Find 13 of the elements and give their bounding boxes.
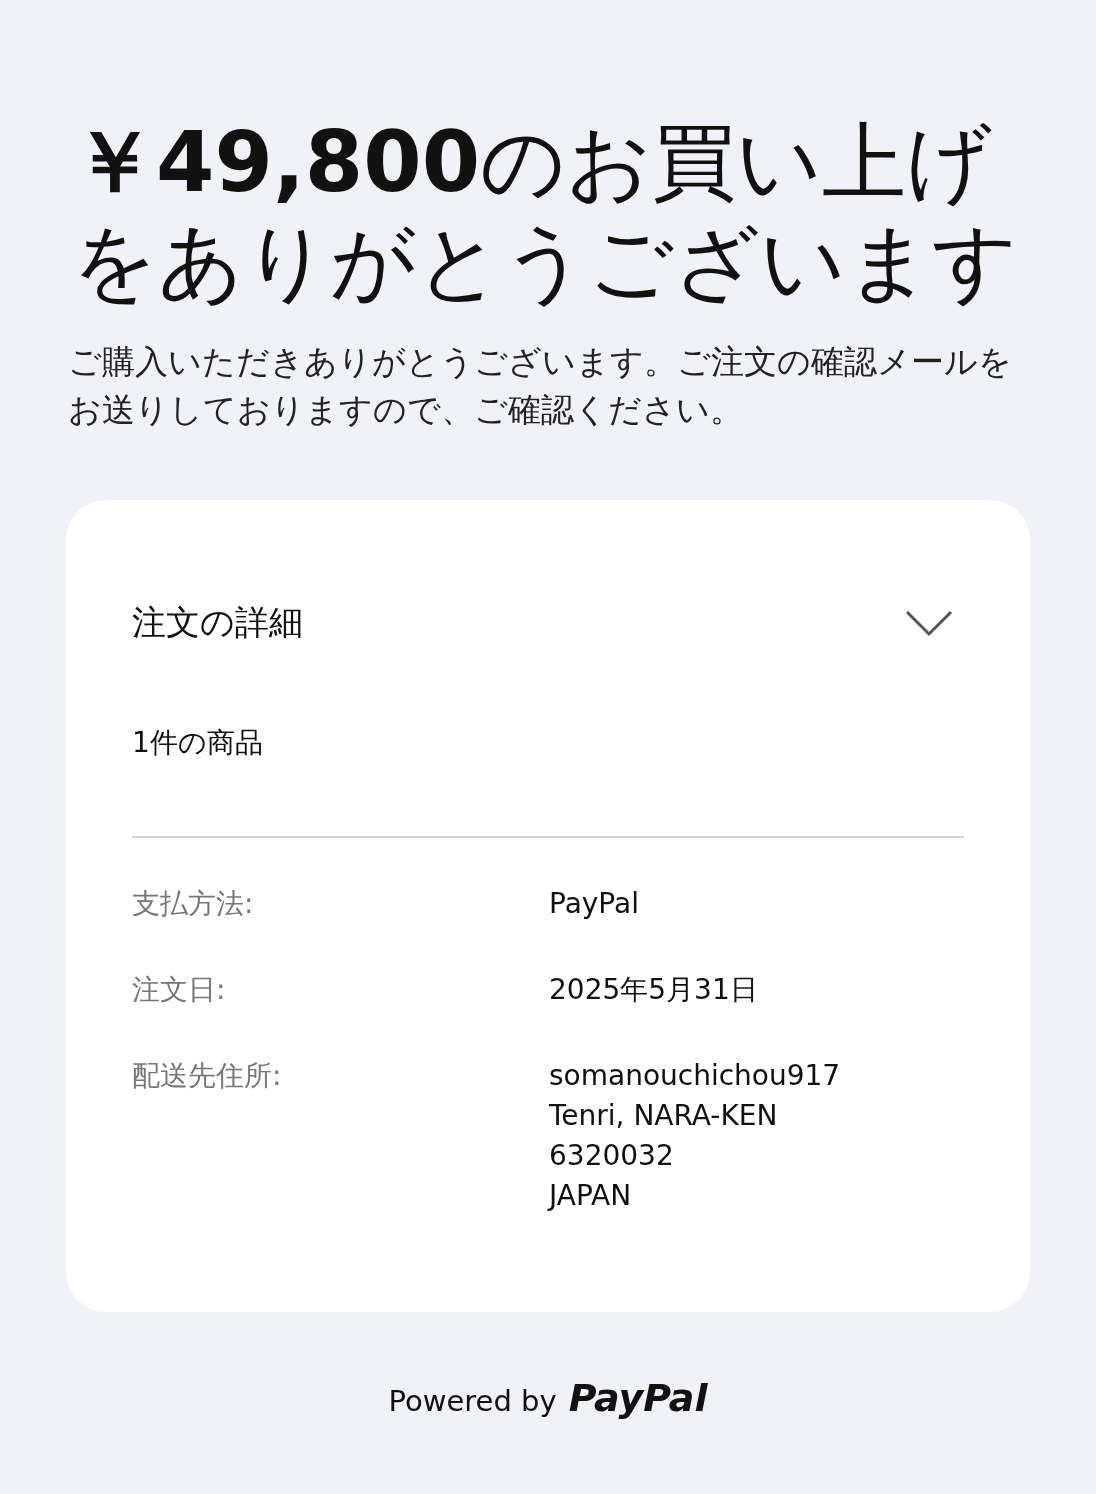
detail-label: 注文日:: [132, 972, 227, 1008]
detail-value: somanouchichou917 Tenri, NARA-KEN 6320032 JAPAN: [549, 1058, 841, 1214]
detail-value: 2025年5月31日: [549, 972, 758, 1008]
item-count: 1件の商品: [132, 725, 264, 761]
thank-you-heading: ￥49,800のお買い上げをありがとうございます: [72, 112, 1019, 312]
chevron-icon[interactable]: [904, 608, 954, 638]
brand-logo: PayPal: [568, 1376, 708, 1420]
detail-value: PayPal: [549, 886, 639, 922]
confirmation-message: ご購入いただきありがとうございます。ご注文の確認メールをお送りしておりますので、ご確認ください。: [68, 341, 1013, 431]
detail-label: 支払方法:: [132, 886, 255, 922]
powered-by-text: Powered by: [388, 1384, 557, 1418]
detail-label: 配送先住所:: [132, 1058, 283, 1094]
order-details-title: 注文の詳細: [132, 601, 303, 644]
